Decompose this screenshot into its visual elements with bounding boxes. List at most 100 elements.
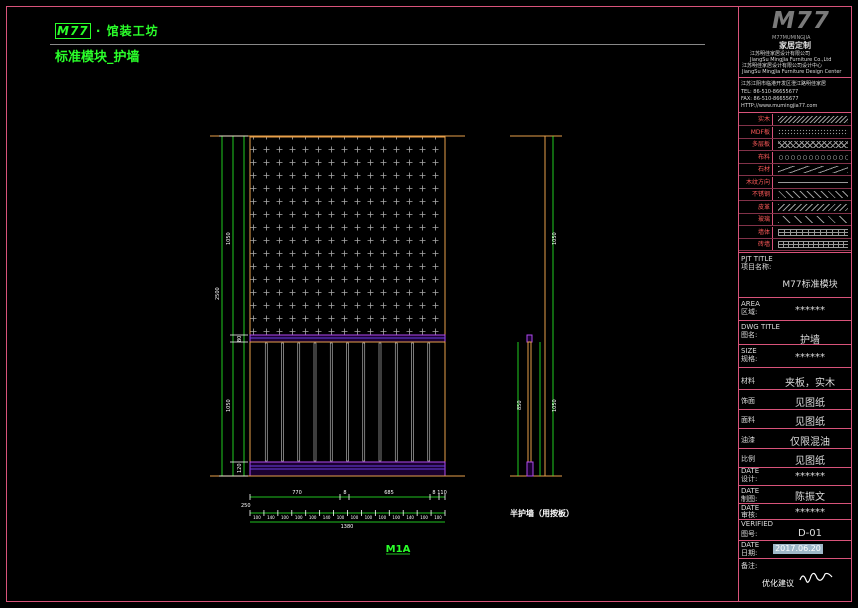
date1-en: DATE: [741, 467, 760, 475]
dim-small: 100: [253, 515, 261, 520]
spec-value: 夹板，实木: [785, 378, 835, 389]
tb-divider: [738, 408, 852, 410]
tb-divider: [738, 252, 852, 253]
legend-row: MDF板: [740, 126, 850, 138]
legend-row: 皮革: [740, 201, 850, 213]
tb-divider: [738, 250, 852, 251]
tb-divider: [738, 447, 852, 449]
dim-side: 250: [241, 503, 251, 509]
elevation-drawing: 2500 1050 80 1050 120 770 8 685 8 110100 140 1…: [210, 135, 574, 555]
date1-cn: 设计:: [741, 475, 758, 483]
legend-row: 砖墙: [740, 239, 850, 250]
legend-label: 木纹方向: [740, 176, 773, 188]
tb-divider: [738, 428, 852, 429]
dim-top: 770: [292, 490, 302, 496]
legend-swatch: [778, 203, 848, 211]
dim-small: 140: [267, 515, 275, 520]
prj-value: M77标准模块: [782, 280, 838, 290]
slat: [297, 342, 301, 462]
legend-label: 皮革: [740, 201, 773, 213]
elevation-label: M1A: [386, 544, 411, 555]
section-base: [526, 461, 534, 477]
dim-top: 110: [437, 490, 447, 496]
slat: [313, 342, 317, 462]
legend-row: 不锈钢: [740, 189, 850, 200]
spec-value: 见图纸: [795, 417, 825, 428]
slat: [378, 342, 382, 462]
legend-swatch: [778, 178, 848, 186]
slat: [362, 342, 366, 462]
spec-label: 油漆: [741, 435, 755, 444]
legend-label: 布料: [740, 151, 773, 163]
legend-row: 墙体: [740, 226, 850, 238]
fabric-panel: [249, 136, 446, 336]
slat: [264, 342, 268, 462]
tb-divider: [738, 77, 852, 78]
legend-label: MDF板: [740, 126, 773, 138]
legend-row: 石材: [740, 164, 850, 175]
date1-value: ******: [795, 471, 825, 482]
size-en: SIZE: [741, 347, 757, 355]
dim-upper: 1050: [226, 232, 232, 245]
dwg-title-en: DWG TITLE: [741, 323, 780, 331]
legend-row: 木纹方向: [740, 176, 850, 188]
dim-small: 100: [379, 515, 387, 520]
legend-label: 砖墙: [740, 239, 773, 250]
remark-cn: 备注:: [741, 562, 758, 570]
legend-swatch: [778, 128, 848, 136]
dim-top: 8: [432, 490, 435, 496]
dim-top: 8: [343, 490, 346, 496]
legend-row: 实木: [740, 114, 850, 125]
legend-label: 不锈钢: [740, 189, 773, 200]
legend-swatch: [778, 116, 848, 123]
area-value: ******: [795, 305, 825, 316]
legend-row: 玻璃: [740, 214, 850, 225]
dim-small: 100: [392, 515, 400, 520]
section-rail: [526, 334, 533, 343]
dim-small: 100: [295, 515, 303, 520]
remark-value: 优化建议: [762, 579, 794, 588]
section-dim-mid: 850: [517, 400, 523, 410]
dim-small: 100: [309, 515, 317, 520]
date4-value: 2017.06.20: [773, 544, 823, 554]
section-dim-lower: 1050: [552, 399, 558, 412]
dwg-title-cn: 图名:: [741, 331, 758, 339]
spec-label: 面料: [741, 416, 755, 424]
legend-swatch: [778, 166, 848, 173]
prj-title-cn: 项目名称:: [741, 263, 772, 271]
legend-swatch: [778, 216, 848, 223]
spec-value: 见图纸: [795, 397, 825, 409]
date4-en: DATE: [741, 541, 760, 549]
company-line4: JiangSu MingJia Furniture Design Center: [742, 69, 842, 75]
legend-row: 多层板: [740, 139, 850, 150]
spec-value: 仅限混油: [790, 436, 830, 448]
sheet-cn: 图号:: [741, 530, 758, 538]
slat-group: [264, 342, 431, 462]
dim-total-height: 2500: [215, 287, 221, 300]
spec-value: 见图纸: [795, 456, 825, 467]
date2-value: 陈振文: [795, 492, 825, 503]
slat: [394, 342, 398, 462]
dim-base: 120: [237, 463, 243, 473]
company-tel: TEL: 86-510-86655677: [741, 89, 799, 95]
prj-title-en: PJT TITLE: [741, 255, 773, 263]
dim-total-width: 1380: [341, 524, 354, 530]
legend-label: 玻璃: [740, 214, 773, 225]
spec-label: 比例: [741, 455, 755, 463]
tb-divider: [738, 485, 852, 486]
date3-cn: 审核:: [741, 511, 758, 519]
dim-small: 100: [351, 515, 359, 520]
area-cn: 区域:: [741, 308, 758, 316]
company-web: HTTP://www.mumingjia77.com: [741, 103, 818, 109]
section-dim-upper: 1050: [552, 232, 558, 245]
dim-small: 100: [434, 515, 442, 520]
slat: [346, 342, 349, 462]
tb-divider: [738, 112, 852, 113]
sheet-value: D-01: [797, 528, 823, 539]
tb-divider: [738, 389, 852, 390]
dim-rail: 80: [237, 336, 243, 342]
company-address: 江苏江阴市临港开发区澄江路明佳家居: [741, 81, 827, 87]
slat: [281, 342, 284, 462]
size-value: ******: [795, 352, 825, 363]
tb-divider: [738, 558, 852, 559]
